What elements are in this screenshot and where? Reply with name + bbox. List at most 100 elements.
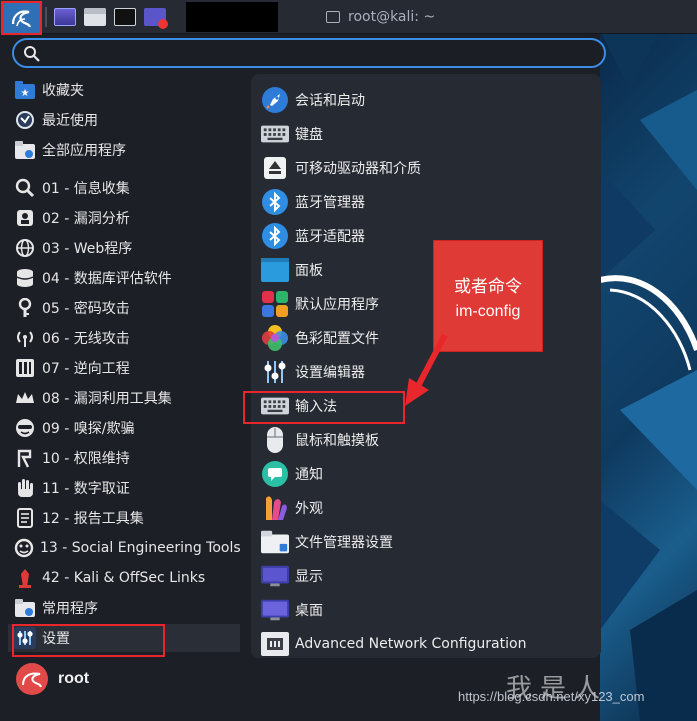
annotation-arrow-icon (405, 333, 448, 406)
taskbar-separator (45, 7, 47, 27)
user-section[interactable]: root (16, 662, 89, 696)
app-label: 蓝牙管理器 (295, 195, 365, 211)
desktop-icon (261, 596, 289, 624)
category-wireless-attacks[interactable]: 06 - 无线攻击 (8, 324, 240, 352)
recent-icon (14, 109, 36, 131)
show-desktop-icon[interactable] (54, 8, 76, 26)
bluetooth-icon (261, 188, 289, 216)
category-all-apps[interactable]: 全部应用程序 (8, 136, 240, 164)
category-reverse-engineering[interactable]: 07 - 逆向工程 (8, 354, 240, 382)
app-label: 设置编辑器 (295, 365, 365, 381)
app-panel[interactable]: 面板 (261, 254, 596, 286)
category-recent[interactable]: 最近使用 (8, 106, 240, 134)
kali-links-icon (14, 567, 36, 589)
app-label: 文件管理器设置 (295, 535, 393, 551)
category-vuln-analysis[interactable]: 02 - 漏洞分析 (8, 204, 240, 232)
category-info-gathering[interactable]: 01 - 信息收集 (8, 174, 240, 202)
app-label: 桌面 (295, 603, 323, 619)
category-exploitation-tools[interactable]: 08 - 漏洞利用工具集 (8, 384, 240, 412)
category-label: 设置 (42, 631, 70, 647)
app-default-applications[interactable]: 默认应用程序 (261, 288, 596, 320)
kali-dragon-wallpaper-graphic (600, 30, 697, 721)
category-label: 12 - 报告工具集 (42, 511, 144, 527)
common-apps-folder-icon (14, 597, 36, 619)
app-desktop[interactable]: 桌面 (261, 594, 596, 626)
annotation-line-2: im-config (455, 302, 521, 320)
file-manager-taskbar-icon[interactable] (84, 8, 106, 26)
username: root (58, 670, 90, 687)
category-post-exploitation[interactable]: 10 - 权限维持 (8, 444, 240, 472)
desktop-wallpaper (600, 30, 697, 721)
report-icon (14, 507, 36, 529)
category-database[interactable]: 04 - 数据库评估软件 (8, 264, 240, 292)
app-appearance[interactable]: 外观 (261, 492, 596, 524)
category-label: 11 - 数字取证 (42, 481, 130, 497)
kali-logo-icon (11, 10, 32, 28)
app-file-manager-settings[interactable]: 文件管理器设置 (261, 526, 596, 558)
notification-icon (261, 460, 289, 488)
reverse-engineering-icon (14, 357, 36, 379)
app-notifications[interactable]: 通知 (261, 458, 596, 490)
app-display[interactable]: 显示 (261, 560, 596, 592)
screen-recorder-taskbar-icon[interactable] (144, 8, 168, 29)
category-label: 全部应用程序 (42, 143, 126, 159)
category-label: 常用程序 (42, 601, 98, 617)
app-mouse-touchpad[interactable]: 鼠标和触摸板 (261, 424, 596, 456)
all-apps-folder-icon (14, 139, 36, 161)
sniffing-mask-icon (14, 417, 36, 439)
search-icon (24, 46, 40, 62)
category-label: 09 - 嗅探/欺骗 (42, 421, 135, 437)
app-label: 通知 (295, 467, 323, 483)
app-session-startup[interactable]: 会话和启动 (261, 84, 596, 116)
category-label: 05 - 密码攻击 (42, 301, 130, 317)
category-label: 06 - 无线攻击 (42, 331, 130, 347)
app-label: 鼠标和触摸板 (295, 433, 379, 449)
category-web-apps[interactable]: 03 - Web程序 (8, 234, 240, 262)
key-icon (14, 297, 36, 319)
category-kali-offsec-links[interactable]: 42 - Kali & OffSec Links (8, 564, 240, 592)
category-sniffing-spoofing[interactable]: 09 - 嗅探/欺骗 (8, 414, 240, 442)
mouse-icon (261, 426, 289, 454)
keyboard-icon (261, 392, 289, 420)
app-keyboard[interactable]: 键盘 (261, 118, 596, 150)
terminal-taskbar-icon[interactable] (114, 8, 136, 26)
app-bluetooth-manager[interactable]: 蓝牙管理器 (261, 186, 596, 218)
category-favorites[interactable]: ★ 收藏夹 (8, 76, 240, 104)
category-forensics[interactable]: 11 - 数字取证 (8, 474, 240, 502)
app-advanced-network-configuration[interactable]: Advanced Network Configuration (261, 628, 596, 660)
category-social-engineering[interactable]: 13 - Social Engineering Tools (8, 534, 241, 562)
category-label: 04 - 数据库评估软件 (42, 271, 172, 287)
category-common-apps[interactable]: 常用程序 (8, 594, 240, 622)
category-label: 最近使用 (42, 113, 98, 129)
app-label: 外观 (295, 501, 323, 517)
display-icon (261, 562, 289, 590)
search-bar[interactable] (12, 38, 606, 68)
category-label: 08 - 漏洞利用工具集 (42, 391, 172, 407)
forensics-hand-icon (14, 477, 36, 499)
web-globe-icon (14, 237, 36, 259)
file-manager-icon (261, 528, 289, 556)
category-reporting-tools[interactable]: 12 - 报告工具集 (8, 504, 240, 532)
app-removable-drives[interactable]: 可移动驱动器和介质 (261, 152, 596, 184)
window-title-text: root@kali: ~ (348, 9, 436, 25)
app-label: 可移动驱动器和介质 (295, 161, 421, 177)
app-label: 面板 (295, 263, 323, 279)
category-settings[interactable]: 设置 (8, 624, 240, 652)
kali-menu-button[interactable] (2, 2, 40, 34)
exploit-crown-icon (14, 387, 36, 409)
terminal-window-icon (326, 11, 340, 23)
taskbar-window-thumbnail[interactable] (186, 2, 278, 32)
settings-editor-icon (261, 358, 289, 386)
watermark-url: https://blog.csdn.net/xy123_com (458, 689, 645, 704)
category-password-attacks[interactable]: 05 - 密码攻击 (8, 294, 240, 322)
persistence-icon (14, 447, 36, 469)
app-label: 显示 (295, 569, 323, 585)
app-bluetooth-adapter[interactable]: 蓝牙适配器 (261, 220, 596, 252)
category-label: 02 - 漏洞分析 (42, 211, 130, 227)
app-label: Advanced Network Configuration (295, 636, 527, 652)
annotation-line-1: 或者命令 (454, 276, 522, 297)
active-window-title[interactable]: root@kali: ~ (326, 8, 435, 26)
category-label: 42 - Kali & OffSec Links (42, 570, 206, 586)
search-input[interactable] (48, 43, 598, 63)
category-label: 01 - 信息收集 (42, 181, 130, 197)
